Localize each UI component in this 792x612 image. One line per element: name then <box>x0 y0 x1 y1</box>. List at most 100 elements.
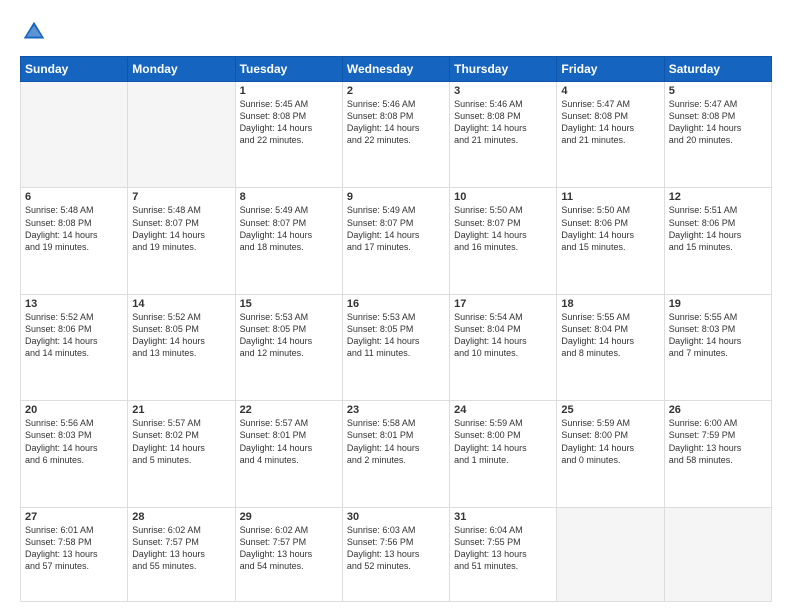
calendar-cell: 9Sunrise: 5:49 AM Sunset: 8:07 PM Daylig… <box>342 188 449 294</box>
calendar-header-monday: Monday <box>128 57 235 82</box>
day-info: Sunrise: 5:55 AM Sunset: 8:03 PM Dayligh… <box>669 311 767 360</box>
day-info: Sunrise: 5:50 AM Sunset: 8:06 PM Dayligh… <box>561 204 659 253</box>
calendar-header-thursday: Thursday <box>450 57 557 82</box>
day-number: 30 <box>347 511 445 523</box>
day-info: Sunrise: 5:53 AM Sunset: 8:05 PM Dayligh… <box>347 311 445 360</box>
calendar-cell: 30Sunrise: 6:03 AM Sunset: 7:56 PM Dayli… <box>342 507 449 601</box>
day-number: 15 <box>240 298 338 310</box>
calendar-week-3: 13Sunrise: 5:52 AM Sunset: 8:06 PM Dayli… <box>21 294 772 400</box>
calendar-cell: 16Sunrise: 5:53 AM Sunset: 8:05 PM Dayli… <box>342 294 449 400</box>
calendar-header-saturday: Saturday <box>664 57 771 82</box>
day-number: 13 <box>25 298 123 310</box>
day-info: Sunrise: 6:00 AM Sunset: 7:59 PM Dayligh… <box>669 417 767 466</box>
calendar-week-5: 27Sunrise: 6:01 AM Sunset: 7:58 PM Dayli… <box>21 507 772 601</box>
day-number: 8 <box>240 191 338 203</box>
day-number: 20 <box>25 404 123 416</box>
day-number: 5 <box>669 85 767 97</box>
day-number: 28 <box>132 511 230 523</box>
day-info: Sunrise: 5:59 AM Sunset: 8:00 PM Dayligh… <box>454 417 552 466</box>
day-number: 4 <box>561 85 659 97</box>
calendar-cell: 31Sunrise: 6:04 AM Sunset: 7:55 PM Dayli… <box>450 507 557 601</box>
day-info: Sunrise: 5:46 AM Sunset: 8:08 PM Dayligh… <box>454 98 552 147</box>
day-info: Sunrise: 5:51 AM Sunset: 8:06 PM Dayligh… <box>669 204 767 253</box>
day-number: 12 <box>669 191 767 203</box>
day-info: Sunrise: 5:47 AM Sunset: 8:08 PM Dayligh… <box>561 98 659 147</box>
calendar-cell: 28Sunrise: 6:02 AM Sunset: 7:57 PM Dayli… <box>128 507 235 601</box>
day-info: Sunrise: 5:47 AM Sunset: 8:08 PM Dayligh… <box>669 98 767 147</box>
day-info: Sunrise: 6:04 AM Sunset: 7:55 PM Dayligh… <box>454 524 552 573</box>
day-info: Sunrise: 5:48 AM Sunset: 8:08 PM Dayligh… <box>25 204 123 253</box>
day-number: 23 <box>347 404 445 416</box>
day-number: 18 <box>561 298 659 310</box>
calendar-cell: 5Sunrise: 5:47 AM Sunset: 8:08 PM Daylig… <box>664 82 771 188</box>
calendar-cell: 22Sunrise: 5:57 AM Sunset: 8:01 PM Dayli… <box>235 401 342 507</box>
day-info: Sunrise: 5:52 AM Sunset: 8:06 PM Dayligh… <box>25 311 123 360</box>
calendar-cell: 23Sunrise: 5:58 AM Sunset: 8:01 PM Dayli… <box>342 401 449 507</box>
day-number: 24 <box>454 404 552 416</box>
day-number: 27 <box>25 511 123 523</box>
day-info: Sunrise: 5:57 AM Sunset: 8:02 PM Dayligh… <box>132 417 230 466</box>
calendar-table: SundayMondayTuesdayWednesdayThursdayFrid… <box>20 56 772 602</box>
calendar-header-row: SundayMondayTuesdayWednesdayThursdayFrid… <box>21 57 772 82</box>
day-info: Sunrise: 6:03 AM Sunset: 7:56 PM Dayligh… <box>347 524 445 573</box>
day-number: 29 <box>240 511 338 523</box>
calendar-cell: 27Sunrise: 6:01 AM Sunset: 7:58 PM Dayli… <box>21 507 128 601</box>
calendar-cell: 19Sunrise: 5:55 AM Sunset: 8:03 PM Dayli… <box>664 294 771 400</box>
day-number: 17 <box>454 298 552 310</box>
day-info: Sunrise: 5:50 AM Sunset: 8:07 PM Dayligh… <box>454 204 552 253</box>
calendar-week-2: 6Sunrise: 5:48 AM Sunset: 8:08 PM Daylig… <box>21 188 772 294</box>
day-info: Sunrise: 5:54 AM Sunset: 8:04 PM Dayligh… <box>454 311 552 360</box>
page: SundayMondayTuesdayWednesdayThursdayFrid… <box>0 0 792 612</box>
calendar-cell: 15Sunrise: 5:53 AM Sunset: 8:05 PM Dayli… <box>235 294 342 400</box>
day-number: 16 <box>347 298 445 310</box>
day-number: 9 <box>347 191 445 203</box>
day-number: 7 <box>132 191 230 203</box>
calendar-cell <box>664 507 771 601</box>
calendar-cell: 10Sunrise: 5:50 AM Sunset: 8:07 PM Dayli… <box>450 188 557 294</box>
calendar-header-friday: Friday <box>557 57 664 82</box>
day-info: Sunrise: 5:58 AM Sunset: 8:01 PM Dayligh… <box>347 417 445 466</box>
calendar-cell: 29Sunrise: 6:02 AM Sunset: 7:57 PM Dayli… <box>235 507 342 601</box>
day-info: Sunrise: 5:49 AM Sunset: 8:07 PM Dayligh… <box>347 204 445 253</box>
day-info: Sunrise: 5:57 AM Sunset: 8:01 PM Dayligh… <box>240 417 338 466</box>
calendar-cell: 11Sunrise: 5:50 AM Sunset: 8:06 PM Dayli… <box>557 188 664 294</box>
day-info: Sunrise: 5:59 AM Sunset: 8:00 PM Dayligh… <box>561 417 659 466</box>
day-info: Sunrise: 5:49 AM Sunset: 8:07 PM Dayligh… <box>240 204 338 253</box>
calendar-cell: 26Sunrise: 6:00 AM Sunset: 7:59 PM Dayli… <box>664 401 771 507</box>
day-number: 26 <box>669 404 767 416</box>
calendar-cell <box>21 82 128 188</box>
calendar-cell: 7Sunrise: 5:48 AM Sunset: 8:07 PM Daylig… <box>128 188 235 294</box>
day-number: 21 <box>132 404 230 416</box>
day-info: Sunrise: 5:52 AM Sunset: 8:05 PM Dayligh… <box>132 311 230 360</box>
day-info: Sunrise: 5:56 AM Sunset: 8:03 PM Dayligh… <box>25 417 123 466</box>
day-info: Sunrise: 5:46 AM Sunset: 8:08 PM Dayligh… <box>347 98 445 147</box>
calendar-cell: 24Sunrise: 5:59 AM Sunset: 8:00 PM Dayli… <box>450 401 557 507</box>
calendar-cell: 2Sunrise: 5:46 AM Sunset: 8:08 PM Daylig… <box>342 82 449 188</box>
day-number: 14 <box>132 298 230 310</box>
day-info: Sunrise: 5:53 AM Sunset: 8:05 PM Dayligh… <box>240 311 338 360</box>
day-info: Sunrise: 6:02 AM Sunset: 7:57 PM Dayligh… <box>132 524 230 573</box>
calendar-cell: 20Sunrise: 5:56 AM Sunset: 8:03 PM Dayli… <box>21 401 128 507</box>
calendar-cell: 12Sunrise: 5:51 AM Sunset: 8:06 PM Dayli… <box>664 188 771 294</box>
logo <box>20 18 52 46</box>
calendar-cell <box>557 507 664 601</box>
day-number: 2 <box>347 85 445 97</box>
calendar-cell: 18Sunrise: 5:55 AM Sunset: 8:04 PM Dayli… <box>557 294 664 400</box>
calendar-cell: 3Sunrise: 5:46 AM Sunset: 8:08 PM Daylig… <box>450 82 557 188</box>
day-number: 19 <box>669 298 767 310</box>
day-number: 25 <box>561 404 659 416</box>
day-info: Sunrise: 6:02 AM Sunset: 7:57 PM Dayligh… <box>240 524 338 573</box>
calendar-cell: 21Sunrise: 5:57 AM Sunset: 8:02 PM Dayli… <box>128 401 235 507</box>
day-number: 6 <box>25 191 123 203</box>
day-info: Sunrise: 6:01 AM Sunset: 7:58 PM Dayligh… <box>25 524 123 573</box>
logo-icon <box>20 18 48 46</box>
calendar-cell: 25Sunrise: 5:59 AM Sunset: 8:00 PM Dayli… <box>557 401 664 507</box>
calendar-week-4: 20Sunrise: 5:56 AM Sunset: 8:03 PM Dayli… <box>21 401 772 507</box>
day-number: 10 <box>454 191 552 203</box>
calendar-cell: 1Sunrise: 5:45 AM Sunset: 8:08 PM Daylig… <box>235 82 342 188</box>
day-number: 11 <box>561 191 659 203</box>
day-number: 1 <box>240 85 338 97</box>
calendar-week-1: 1Sunrise: 5:45 AM Sunset: 8:08 PM Daylig… <box>21 82 772 188</box>
day-info: Sunrise: 5:48 AM Sunset: 8:07 PM Dayligh… <box>132 204 230 253</box>
calendar-cell: 17Sunrise: 5:54 AM Sunset: 8:04 PM Dayli… <box>450 294 557 400</box>
